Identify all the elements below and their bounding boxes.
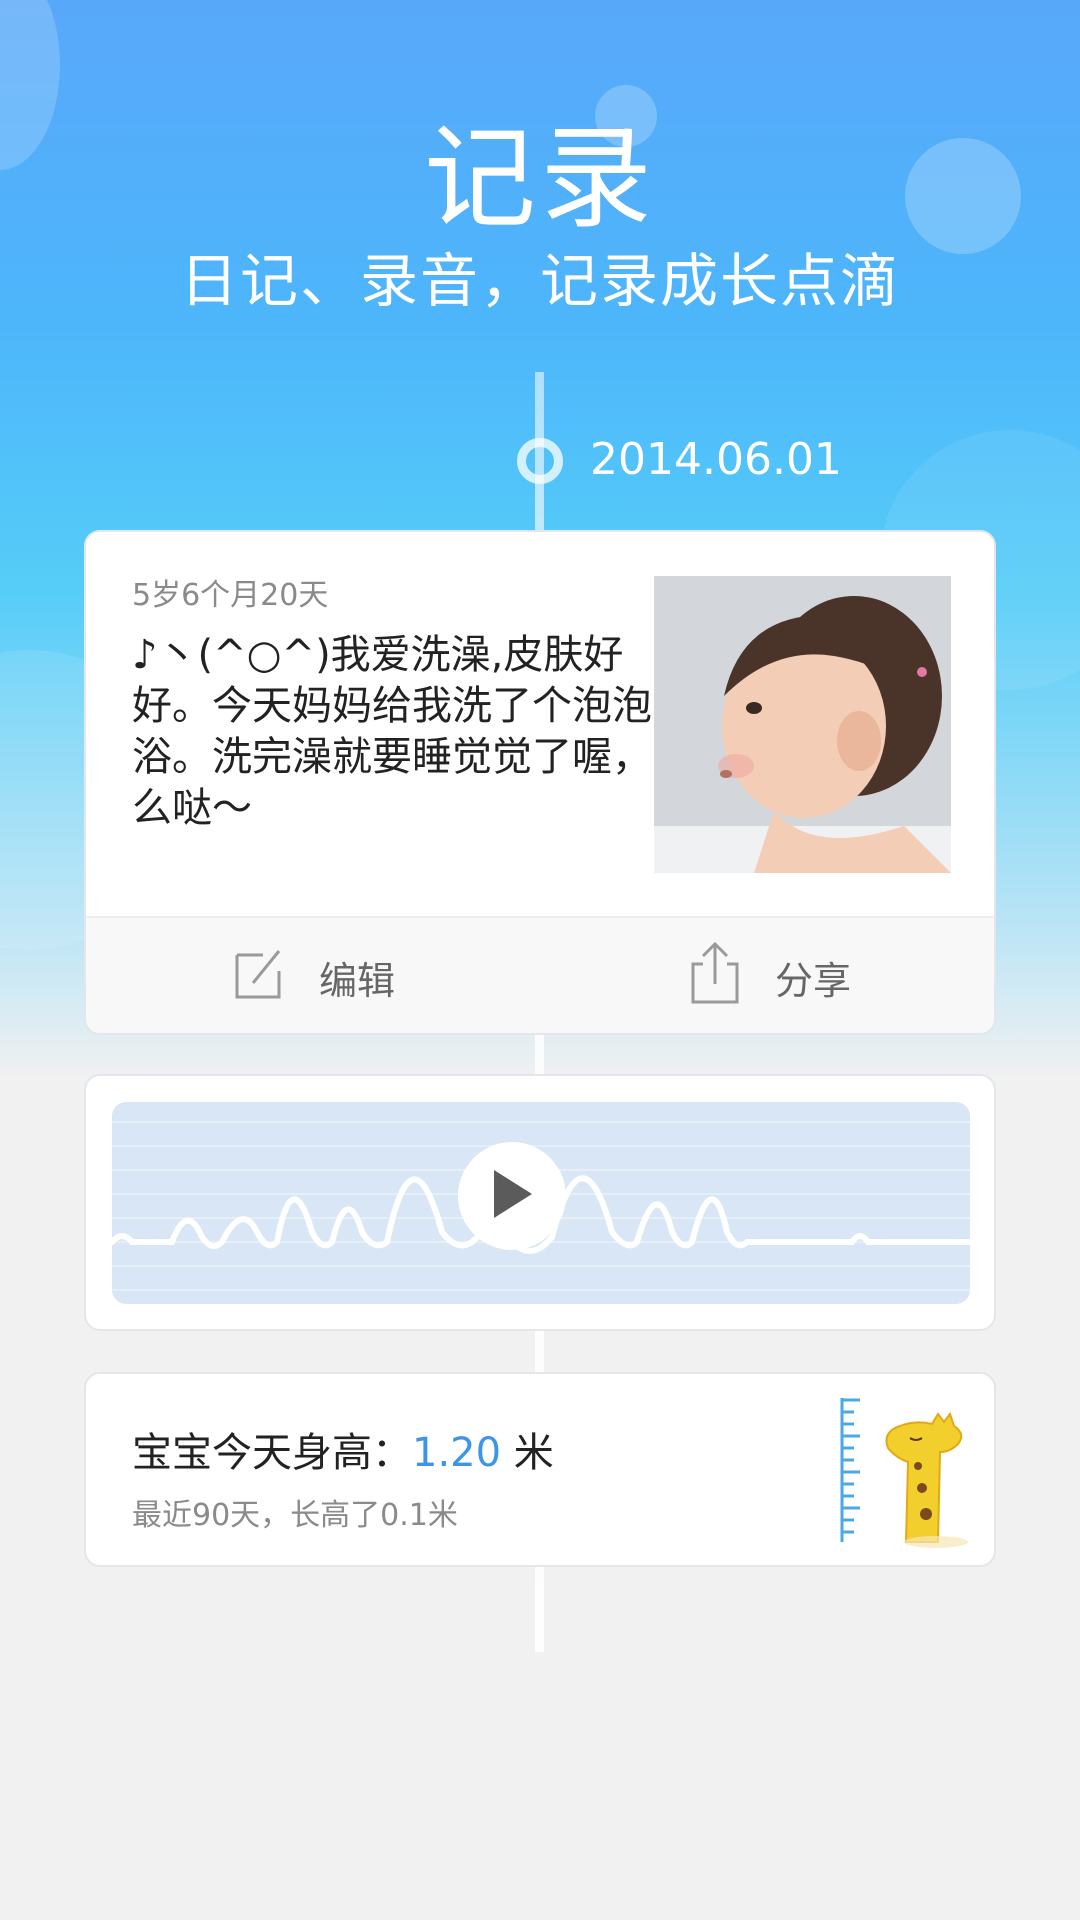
page-subtitle: 日记、录音，记录成长点滴: [179, 247, 900, 315]
edit-icon: [233, 945, 285, 1010]
play-icon: [492, 1170, 532, 1222]
height-line: 宝宝今天身高：1.20 米: [132, 1420, 554, 1478]
height-unit: 米: [501, 1430, 554, 1476]
page-title: 记录: [424, 114, 656, 244]
edit-button[interactable]: 编辑: [86, 918, 542, 1033]
height-summary: 最近90天，长高了0.1米: [132, 1498, 458, 1533]
share-label: 分享: [774, 959, 851, 1003]
baby-photo-illustration: [654, 576, 951, 873]
height-value: 1.20: [412, 1430, 502, 1476]
giraffe-ruler-icon: [826, 1392, 976, 1552]
share-icon: [689, 940, 741, 1015]
age-text: 5岁6个月20天: [132, 578, 329, 613]
height-card[interactable]: 宝宝今天身高：1.20 米 最近90天，长高了0.1米: [84, 1372, 996, 1567]
share-button[interactable]: 分享: [542, 918, 994, 1033]
diary-text: ♪丶(^○^)我爱洗澡,皮肤好好。今天妈妈给我洗了个泡泡浴。洗完澡就要睡觉觉了喔…: [132, 632, 692, 831]
height-label: 宝宝今天身高：: [132, 1430, 412, 1476]
baby-photo[interactable]: [654, 576, 951, 873]
timeline-dot: [517, 438, 563, 484]
diary-actions: 编辑 分享: [86, 916, 994, 1033]
play-button[interactable]: [458, 1142, 566, 1250]
edit-label: 编辑: [318, 959, 395, 1003]
timeline-date: 2014.06.01: [590, 434, 842, 485]
diary-card[interactable]: 5岁6个月20天 ♪丶(^○^)我爱洗澡,皮肤好好。今天妈妈给我洗了个泡泡浴。洗…: [84, 530, 996, 1035]
